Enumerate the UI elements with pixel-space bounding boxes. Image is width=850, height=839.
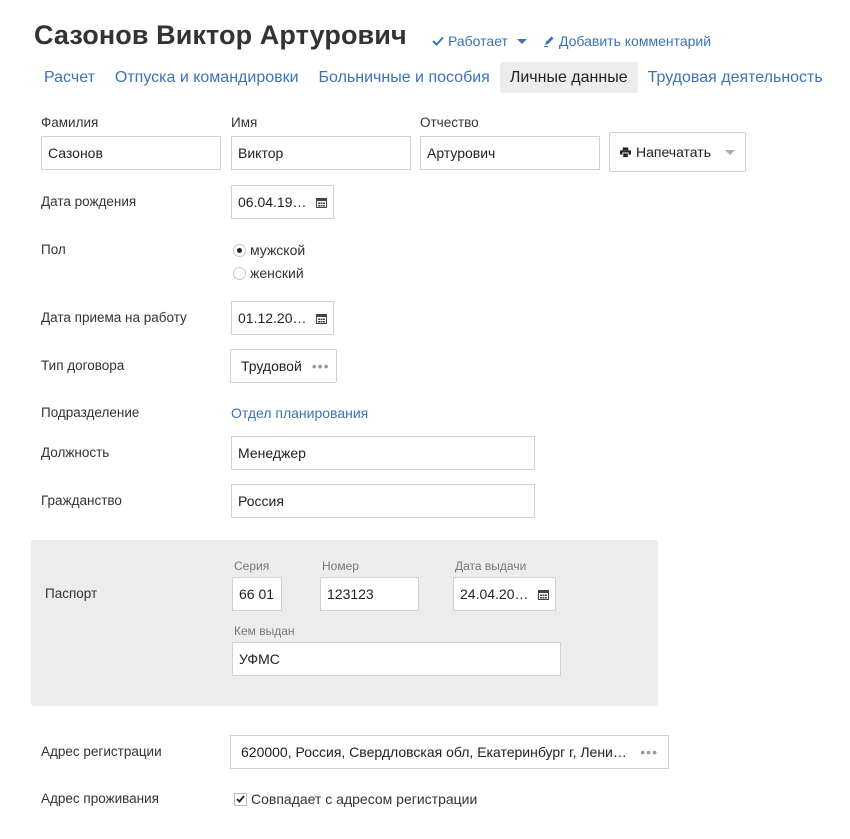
- citizenship-label: Гражданство: [41, 493, 122, 508]
- department-label: Подразделение: [41, 405, 140, 420]
- registration-address-field[interactable]: 620000, Россия, Свердловская обл, Екатер…: [230, 735, 669, 769]
- residence-address-label: Адрес проживания: [41, 791, 159, 806]
- checkbox-checked-icon: [234, 792, 247, 806]
- gender-label: Пол: [41, 242, 66, 257]
- add-comment-label: Добавить комментарий: [559, 33, 712, 49]
- first-name-label: Имя: [231, 115, 258, 130]
- tab-sick-leave[interactable]: Больничные и пособия: [309, 62, 500, 93]
- printer-icon: [620, 146, 631, 158]
- position-value: Менеджер: [238, 445, 306, 461]
- contract-type-label: Тип договора: [41, 358, 125, 373]
- last-name-label: Фамилия: [41, 115, 99, 130]
- status-label: Работает: [448, 33, 508, 49]
- gender-female-label: женский: [250, 265, 304, 281]
- passport-series-label: Серия: [234, 559, 270, 573]
- status-dropdown[interactable]: Работает: [432, 33, 527, 49]
- passport-date-value: 24.04.2020: [460, 586, 530, 602]
- page-title: Сазонов Виктор Артурович: [34, 20, 407, 50]
- more-icon[interactable]: •••: [640, 744, 658, 760]
- passport-number-label: Номер: [322, 559, 359, 573]
- middle-name-value: Артурович: [427, 145, 496, 161]
- passport-issued-field[interactable]: УФМС: [232, 642, 561, 676]
- print-button[interactable]: Напечатать: [609, 132, 746, 172]
- tab-personal-data[interactable]: Личные данные: [499, 62, 638, 93]
- more-icon: •••: [311, 358, 330, 374]
- birth-date-field[interactable]: 06.04.1998: [231, 185, 334, 219]
- citizenship-field[interactable]: Россия: [231, 484, 535, 518]
- passport-number-field[interactable]: 123123: [320, 577, 419, 611]
- hire-date-label: Дата приема на работу: [41, 310, 187, 325]
- citizenship-value: Россия: [238, 493, 284, 509]
- passport-label: Паспорт: [45, 586, 98, 601]
- passport-issued-value: УФМС: [239, 651, 280, 667]
- calendar-icon[interactable]: [316, 197, 327, 208]
- hire-date-value: 01.12.2022: [238, 310, 308, 326]
- passport-number-value: 123123: [327, 586, 374, 602]
- gender-male-radio[interactable]: мужской: [233, 242, 305, 258]
- calendar-icon[interactable]: [316, 313, 327, 324]
- birth-date-label: Дата рождения: [41, 194, 137, 209]
- department-link[interactable]: Отдел планирования: [231, 405, 368, 421]
- add-comment-link[interactable]: Добавить комментарий: [543, 33, 711, 49]
- hire-date-field[interactable]: 01.12.2022: [231, 301, 334, 335]
- radio-empty-icon: [233, 266, 246, 280]
- passport-date-label: Дата выдачи: [455, 559, 527, 573]
- position-field[interactable]: Менеджер: [231, 436, 535, 470]
- chevron-down-icon: [516, 38, 527, 44]
- first-name-field[interactable]: Виктор: [231, 136, 411, 170]
- last-name-field[interactable]: Сазонов: [41, 136, 221, 170]
- passport-series-field[interactable]: 66 01: [232, 577, 282, 611]
- same-address-label: Совпадает с адресом регистрации: [251, 791, 478, 807]
- first-name-value: Виктор: [238, 145, 284, 161]
- contract-type-value: Трудовой: [241, 358, 302, 374]
- registration-address-label: Адрес регистрации: [41, 744, 162, 759]
- gender-female-radio[interactable]: женский: [233, 265, 304, 281]
- print-label: Напечатать: [635, 144, 711, 160]
- pencil-icon: [544, 36, 554, 47]
- registration-address-value: 620000, Россия, Свердловская обл, Екатер…: [241, 744, 631, 760]
- chevron-down-icon: [725, 149, 735, 155]
- tab-work-history[interactable]: Трудовая деятельность: [638, 62, 833, 93]
- same-address-checkbox[interactable]: Совпадает с адресом регистрации: [234, 791, 477, 807]
- radio-selected-icon: [233, 243, 246, 257]
- birth-date-value: 06.04.1998: [238, 194, 308, 210]
- passport-date-field[interactable]: 24.04.2020: [453, 577, 556, 611]
- tab-bar: Расчет Отпуска и командировки Больничные…: [34, 62, 833, 93]
- last-name-value: Сазонов: [48, 145, 103, 161]
- check-icon: [432, 36, 444, 46]
- tab-payroll[interactable]: Расчет: [34, 62, 105, 93]
- calendar-icon[interactable]: [538, 589, 549, 600]
- tab-vacations[interactable]: Отпуска и командировки: [105, 62, 309, 93]
- passport-issued-label: Кем выдан: [234, 624, 295, 638]
- passport-series-value: 66 01: [239, 586, 275, 602]
- middle-name-field[interactable]: Артурович: [420, 136, 600, 170]
- contract-type-select[interactable]: Трудовой •••: [230, 349, 337, 383]
- middle-name-label: Отчество: [420, 115, 479, 130]
- position-label: Должность: [41, 445, 110, 460]
- gender-male-label: мужской: [250, 242, 306, 258]
